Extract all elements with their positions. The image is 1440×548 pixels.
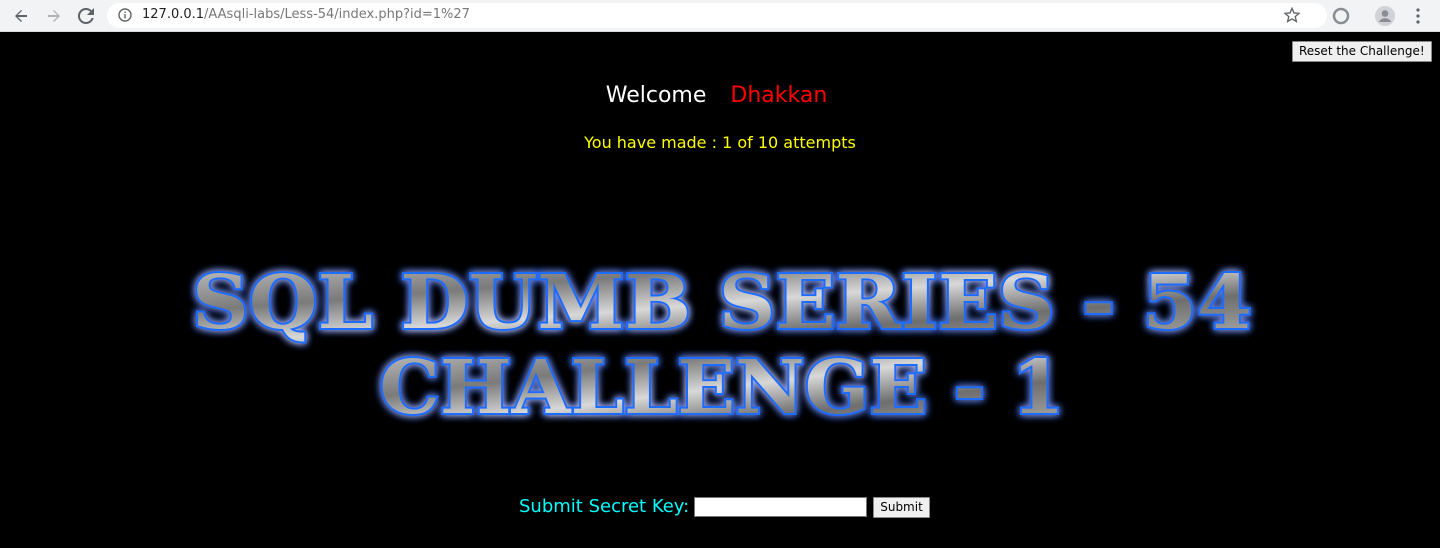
- profile-button[interactable]: [1373, 4, 1397, 28]
- url-path: /AAsqli-labs/Less-54/index.php?id=1%27: [204, 7, 470, 22]
- url-host: 127.0.0.1: [142, 7, 205, 22]
- address-bar[interactable]: 127.0.0.1/AAsqli-labs/Less-54/index.php?…: [107, 3, 1327, 28]
- welcome-line: Welcome Dhakkan: [0, 83, 1433, 108]
- menu-button[interactable]: [1406, 4, 1430, 28]
- attempts-text: You have made : 1 of 10 attempts: [584, 133, 856, 152]
- menu-icon: [1416, 8, 1420, 24]
- reload-button[interactable]: [74, 4, 98, 28]
- forward-arrow-icon: [48, 10, 60, 22]
- secret-key-input[interactable]: [694, 497, 868, 517]
- reset-challenge-button[interactable]: Reset the Challenge!: [1292, 41, 1432, 62]
- banner-line-1: SQL DUMB SERIES - 54: [192, 260, 1252, 346]
- secret-key-label: Submit Secret Key:: [519, 495, 690, 517]
- submit-button[interactable]: Submit: [873, 497, 930, 518]
- challenge-banner-image: SQL DUMB SERIES - 54 CHALLENGE - 1: [190, 258, 1254, 430]
- back-button[interactable]: [9, 4, 33, 28]
- star-icon[interactable]: [1284, 7, 1300, 23]
- back-arrow-icon: [15, 10, 27, 22]
- forward-button[interactable]: [42, 4, 66, 28]
- reload-icon: [78, 8, 94, 24]
- url-text[interactable]: 127.0.0.1/AAsqli-labs/Less-54/index.php?…: [142, 7, 470, 22]
- info-icon[interactable]: [118, 8, 132, 22]
- extension-icon: [1332, 7, 1350, 25]
- banner-line-2: CHALLENGE - 1: [380, 345, 1065, 430]
- profile-icon: [1375, 6, 1395, 26]
- extension-button[interactable]: [1329, 4, 1353, 28]
- browser-toolbar: 127.0.0.1/AAsqli-labs/Less-54/index.php?…: [0, 0, 1440, 32]
- username: Dhakkan: [730, 83, 828, 108]
- welcome-label: Welcome: [605, 83, 707, 108]
- secret-key-form: Submit Secret Key: Submit: [519, 494, 930, 518]
